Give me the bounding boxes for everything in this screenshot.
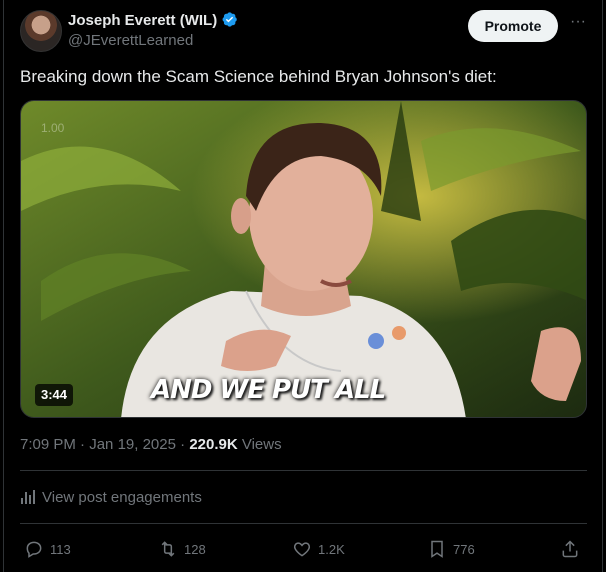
post-meta: 7:09 PM · Jan 19, 2025 · 220.9K Views — [20, 436, 282, 453]
repost-icon — [161, 541, 175, 557]
action-bar: 113 128 1.2K 776 — [22, 537, 588, 561]
meta-separator: · — [80, 436, 86, 453]
bookmark-button[interactable]: 776 — [427, 537, 475, 561]
view-engagements-label[interactable]: View post engagements — [42, 489, 202, 506]
video-duration: 3:44 — [35, 384, 74, 406]
author-name-text[interactable]: Joseph Everett (WIL) — [68, 12, 217, 29]
analytics-icon — [21, 490, 35, 504]
repost-button[interactable]: 128 — [158, 537, 206, 561]
divider — [20, 470, 587, 471]
post-header: Joseph Everett (WIL) @JEverettLearned Pr… — [20, 10, 590, 54]
divider — [20, 523, 587, 524]
bookmark-icon — [431, 540, 443, 558]
video-player[interactable]: 1.00 AND WE PUT ALL 3:44 — [20, 100, 587, 418]
views-count: 220.9K — [189, 436, 238, 453]
tweet-text: Breaking down the Scam Science behind Br… — [20, 67, 497, 86]
share-icon — [562, 540, 578, 558]
repost-count: 128 — [184, 541, 206, 557]
bookmark-count: 776 — [453, 541, 475, 557]
views-label: Views — [241, 436, 282, 453]
playback-speed: 1.00 — [41, 121, 65, 135]
like-count: 1.2K — [318, 541, 345, 557]
reply-count: 113 — [50, 541, 71, 557]
post-date[interactable]: Jan 19, 2025 — [89, 436, 176, 453]
author-handle[interactable]: @JEverettLearned — [68, 32, 193, 49]
more-icon[interactable]: ··· — [568, 14, 588, 36]
reply-icon — [26, 541, 42, 558]
like-button[interactable]: 1.2K — [292, 537, 345, 561]
author-name[interactable]: Joseph Everett (WIL) — [68, 11, 238, 29]
reply-button[interactable]: 113 — [24, 537, 71, 561]
avatar[interactable] — [20, 10, 62, 52]
meta-separator: · — [180, 436, 186, 453]
share-button[interactable] — [560, 537, 586, 561]
promote-button[interactable]: Promote — [468, 10, 558, 42]
post-time[interactable]: 7:09 PM — [20, 436, 76, 453]
view-engagements-link[interactable]: View post engagements — [20, 489, 202, 506]
video-frame-image — [21, 101, 586, 417]
video-caption: AND WE PUT ALL — [151, 375, 386, 405]
verified-badge-icon — [222, 12, 237, 27]
heart-icon — [293, 542, 311, 557]
